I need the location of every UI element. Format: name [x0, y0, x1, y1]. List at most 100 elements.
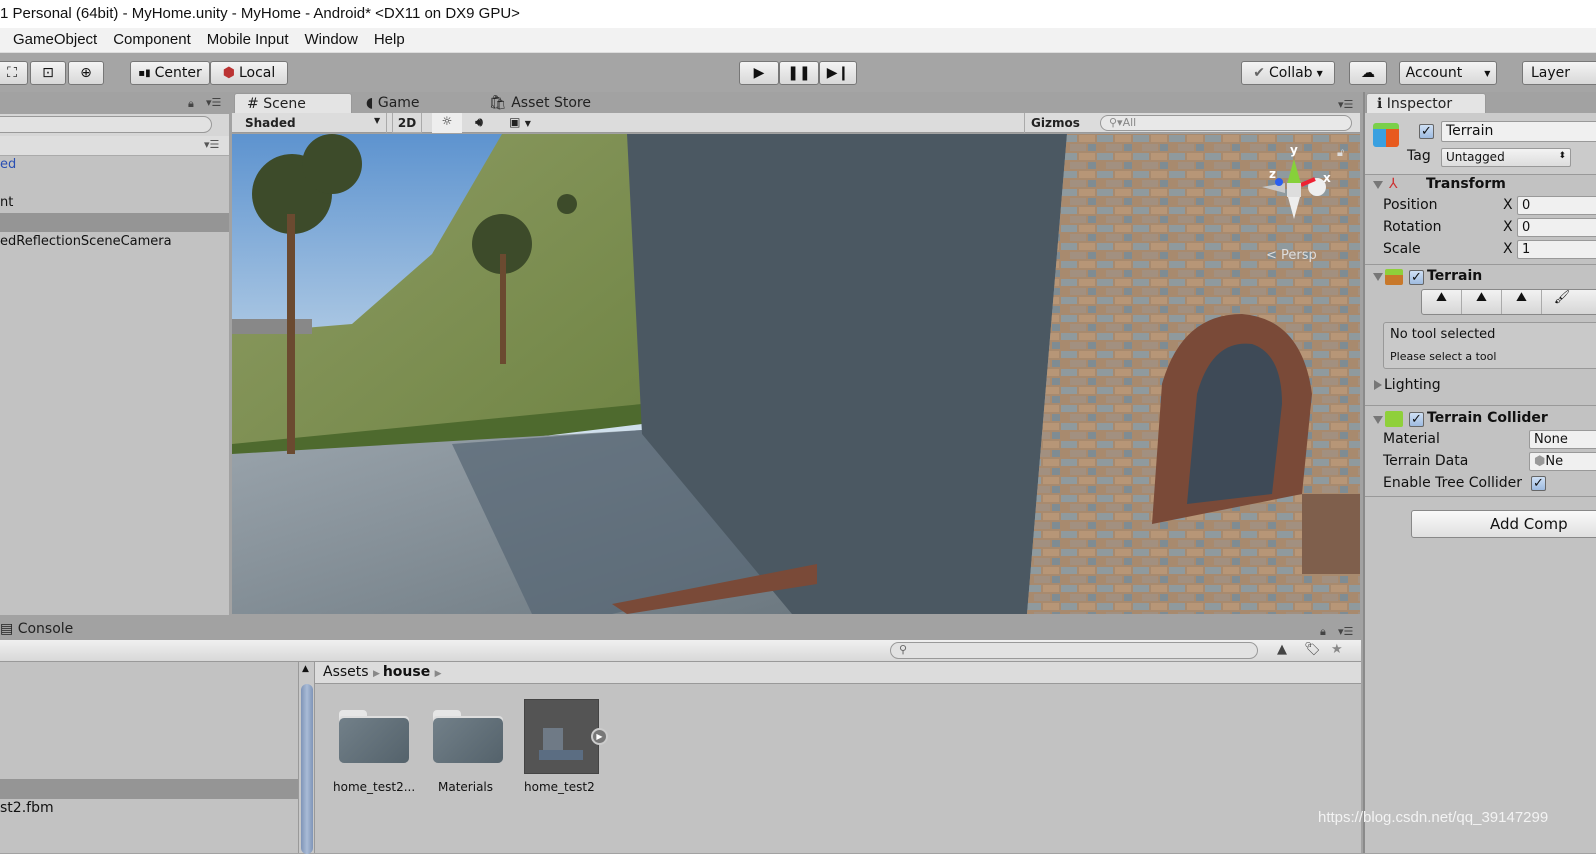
scene-viewport[interactable]: y x z 🔓︎ < Persp [232, 134, 1360, 614]
raise-terrain-button[interactable]: ⛰︎ [1422, 290, 1462, 314]
asset-item[interactable]: Materials [430, 704, 510, 804]
sun-icon: ☼ [441, 114, 453, 128]
lighting-foldout[interactable]: Lighting [1384, 377, 1441, 393]
tab-inspector[interactable]: ℹ Inspector [1366, 93, 1486, 114]
pause-button[interactable]: ❚❚ [779, 61, 819, 85]
collab-button[interactable]: ✔ Collab ▼ [1241, 61, 1335, 85]
menu-mobile-input[interactable]: Mobile Input [199, 28, 297, 48]
hierarchy-item[interactable]: nt [0, 195, 229, 214]
gizmos-dropdown[interactable]: Gizmos ▼ [1024, 113, 1090, 143]
store-icon: 🛍︎ [489, 95, 507, 111]
rect-tool-button[interactable]: ⊡ [30, 61, 66, 85]
toggle-2d-button[interactable]: 2D [392, 113, 422, 133]
tab-game[interactable]: ◖ Game [354, 93, 472, 114]
effects-dropdown[interactable]: ▣ ▼ [500, 113, 540, 133]
scale-x-field[interactable]: 1 [1517, 240, 1596, 259]
grid-icon: # [247, 96, 259, 112]
paint-height-button[interactable]: ⛰︎ [1462, 290, 1502, 314]
enable-tree-collider-checkbox[interactable]: ✓ [1531, 476, 1546, 491]
menu-component[interactable]: Component [105, 28, 199, 48]
chevron-right-icon: ▶ [373, 669, 383, 679]
breadcrumb-assets[interactable]: Assets [323, 664, 369, 680]
scene-menu-icon[interactable]: ▾☰ [204, 138, 219, 151]
console-icon: ▤ [0, 621, 14, 637]
breadcrumb-house[interactable]: house [383, 664, 430, 680]
terrain-enabled-checkbox[interactable]: ✓ [1409, 270, 1424, 285]
terrain-help-box: No tool selected Please select a tool [1383, 322, 1596, 369]
folder-icon [433, 708, 503, 763]
tree-scrollbar[interactable]: ▲ [298, 662, 315, 854]
hierarchy-item[interactable]: ed [0, 156, 229, 176]
tree-item[interactable]: st2.fbm [0, 800, 298, 820]
layers-button[interactable]: Layer [1522, 61, 1596, 85]
scroll-up-icon[interactable]: ▲ [302, 664, 309, 674]
filter-by-label-icon[interactable]: 🏷︎ [1304, 642, 1321, 657]
audio-toggle[interactable]: 🔊︎ [465, 113, 493, 133]
scene-toolbar: Shaded▼ 2D ☼ 🔊︎ ▣ ▼ Gizmos ▼ ⚲▾All [232, 113, 1360, 143]
collapse-icon[interactable] [1373, 181, 1383, 189]
scene-search-input[interactable]: ⚲▾All [1100, 115, 1352, 131]
filter-by-type-icon[interactable]: ▲ [1277, 642, 1287, 657]
help-text: Please select a tool [1390, 350, 1497, 363]
expand-play-icon[interactable]: ▶ [591, 728, 608, 745]
lighting-toggle[interactable]: ☼ [432, 113, 462, 133]
menu-window[interactable]: Window [296, 28, 365, 48]
terrain-title: Terrain [1427, 268, 1483, 284]
transform-tool-button[interactable]: ⊕ [68, 61, 104, 85]
scrollbar-thumb[interactable] [301, 684, 313, 854]
tab-console[interactable]: ▤ Console [0, 619, 112, 640]
orientation-gizmo[interactable]: y x z [1257, 143, 1332, 229]
move-tool-button[interactable]: ⛶ [0, 61, 28, 85]
tree-item-selected[interactable] [0, 779, 298, 799]
panel-menu-icon[interactable]: ▾☰ [1338, 625, 1353, 638]
lock-icon[interactable]: 🔓︎ [1337, 146, 1344, 160]
paint-texture-button[interactable]: 🖌︎ [1542, 290, 1582, 314]
hierarchy-item[interactable] [0, 176, 229, 195]
hierarchy-search[interactable] [0, 116, 212, 133]
step-button[interactable]: ▶❙ [819, 61, 857, 85]
folder-icon [339, 708, 409, 763]
menu-help[interactable]: Help [366, 28, 413, 48]
smooth-height-button[interactable]: ⛰︎ [1502, 290, 1542, 314]
breadcrumb: Assets ▶ house ▶ [315, 662, 1361, 684]
terrain-data-field[interactable]: ⬢Ne [1529, 452, 1596, 471]
collapse-icon[interactable] [1373, 416, 1383, 424]
add-component-button[interactable]: Add Comp [1411, 510, 1596, 538]
terrain-collider-title: Terrain Collider [1427, 410, 1548, 426]
lock-icon[interactable]: 🔒︎ [188, 97, 194, 111]
search-icon: ⚲ [899, 643, 908, 656]
shading-dropdown[interactable]: Shaded ▼ [232, 113, 387, 133]
divider [1365, 496, 1596, 497]
collider-enabled-checkbox[interactable]: ✓ [1409, 412, 1424, 427]
asset-item[interactable]: home_test2... [333, 704, 425, 804]
favorite-star-icon[interactable]: ★ [1331, 642, 1343, 657]
hierarchy-item-selected[interactable] [0, 213, 229, 232]
account-button[interactable]: Account ▼ [1399, 61, 1497, 85]
panel-menu-icon[interactable]: ▾☰ [206, 96, 221, 109]
active-checkbox[interactable]: ✓ [1419, 124, 1434, 139]
tag-dropdown[interactable]: Untagged ⬍ [1441, 148, 1571, 167]
check-circle-icon: ✔ [1253, 65, 1265, 81]
projection-label[interactable]: < Persp [1266, 248, 1317, 263]
expand-icon[interactable] [1374, 380, 1382, 390]
pivot-local-button[interactable]: ⬢ Local [210, 61, 288, 85]
project-search-input[interactable]: ⚲ [890, 642, 1258, 659]
asset-item[interactable]: ▶ home_test2 [523, 699, 613, 804]
divider [1365, 264, 1596, 265]
rotation-x-field[interactable]: 0 [1517, 218, 1596, 237]
position-x-field[interactable]: 0 [1517, 196, 1596, 215]
play-button[interactable]: ▶ [739, 61, 779, 85]
pivot-center-button[interactable]: ▪▮ Center [130, 61, 210, 85]
rotation-label: Rotation [1383, 219, 1442, 235]
tab-asset-store[interactable]: 🛍︎ Asset Store [477, 93, 607, 114]
object-name-field[interactable]: Terrain [1441, 121, 1596, 142]
collapse-icon[interactable] [1373, 273, 1383, 281]
hierarchy-item[interactable]: edReflectionSceneCamera [0, 234, 229, 253]
material-field[interactable]: None [1529, 430, 1596, 449]
cloud-button[interactable]: ☁ [1349, 61, 1387, 85]
smooth-height-icon: ⛰︎ [1516, 290, 1527, 305]
lock-icon[interactable]: 🔒︎ [1320, 625, 1326, 639]
menu-gameobject[interactable]: GameObject [0, 28, 105, 48]
panel-menu-icon[interactable]: ▾☰ [1338, 98, 1353, 111]
tab-scene[interactable]: # Scene [234, 93, 352, 114]
